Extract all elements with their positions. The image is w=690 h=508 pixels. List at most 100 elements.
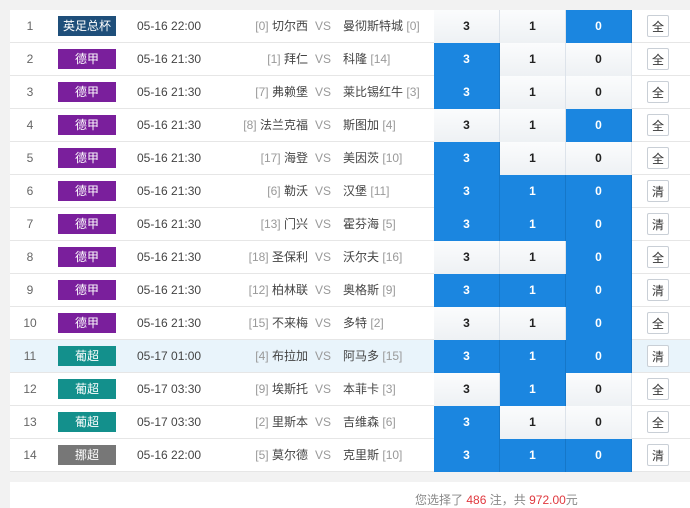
home-team[interactable]: [13] 门兴 [220, 208, 308, 240]
home-team[interactable]: [8] 法兰克福 [220, 109, 308, 141]
option-draw[interactable]: 1 [500, 208, 566, 241]
option-draw[interactable]: 1 [500, 439, 566, 472]
league-badge[interactable]: 德甲 [58, 82, 116, 102]
option-draw[interactable]: 1 [500, 175, 566, 208]
option-draw[interactable]: 1 [500, 10, 566, 43]
league-badge[interactable]: 葡超 [58, 379, 116, 399]
option-lose[interactable]: 0 [566, 175, 632, 208]
select-all-button[interactable]: 全 [647, 48, 669, 70]
clear-button[interactable]: 清 [647, 279, 669, 301]
option-win[interactable]: 3 [434, 208, 500, 241]
clear-button[interactable]: 清 [647, 444, 669, 466]
away-team[interactable]: 本菲卡 [3] [343, 373, 443, 405]
home-team[interactable]: [4] 布拉加 [220, 340, 308, 372]
clear-button[interactable]: 清 [647, 345, 669, 367]
home-team[interactable]: [2] 里斯本 [220, 406, 308, 438]
away-team[interactable]: 汉堡 [11] [343, 175, 443, 207]
away-team[interactable]: 奥格斯 [9] [343, 274, 443, 306]
option-draw[interactable]: 1 [500, 109, 566, 142]
select-all-button[interactable]: 全 [647, 114, 669, 136]
home-team[interactable]: [6] 勒沃 [220, 175, 308, 207]
away-team[interactable]: 斯图加 [4] [343, 109, 443, 141]
league-badge[interactable]: 德甲 [58, 280, 116, 300]
option-win[interactable]: 3 [434, 439, 500, 472]
away-team[interactable]: 霍芬海 [5] [343, 208, 443, 240]
away-team[interactable]: 莱比锡红牛 [3] [343, 76, 443, 108]
clear-button[interactable]: 清 [647, 213, 669, 235]
select-all-button[interactable]: 全 [647, 312, 669, 334]
away-team[interactable]: 阿马多 [15] [343, 340, 443, 372]
away-team[interactable]: 吉维森 [6] [343, 406, 443, 438]
option-lose[interactable]: 0 [566, 109, 632, 142]
select-all-button[interactable]: 全 [647, 147, 669, 169]
option-draw[interactable]: 1 [500, 43, 566, 76]
option-lose[interactable]: 0 [566, 406, 632, 439]
option-win[interactable]: 3 [434, 274, 500, 307]
league-badge[interactable]: 德甲 [58, 148, 116, 168]
option-draw[interactable]: 1 [500, 274, 566, 307]
option-draw[interactable]: 1 [500, 241, 566, 274]
option-win[interactable]: 3 [434, 406, 500, 439]
option-win[interactable]: 3 [434, 43, 500, 76]
option-win[interactable]: 3 [434, 142, 500, 175]
option-lose[interactable]: 0 [566, 340, 632, 373]
home-team[interactable]: [9] 埃斯托 [220, 373, 308, 405]
option-win[interactable]: 3 [434, 340, 500, 373]
option-draw[interactable]: 1 [500, 76, 566, 109]
away-team[interactable]: 美因茨 [10] [343, 142, 443, 174]
league-badge[interactable]: 德甲 [58, 214, 116, 234]
home-team[interactable]: [0] 切尔西 [220, 10, 308, 42]
away-team[interactable]: 曼彻斯特城 [0] [343, 10, 443, 42]
away-team[interactable]: 沃尔夫 [16] [343, 241, 443, 273]
clear-button[interactable]: 清 [647, 180, 669, 202]
league-badge[interactable]: 德甲 [58, 181, 116, 201]
home-team[interactable]: [7] 弗赖堡 [220, 76, 308, 108]
option-lose[interactable]: 0 [566, 439, 632, 472]
home-team[interactable]: [12] 柏林联 [220, 274, 308, 306]
away-team-name: 霍芬海 [343, 217, 380, 231]
select-all-button[interactable]: 全 [647, 246, 669, 268]
option-win[interactable]: 3 [434, 175, 500, 208]
select-all-button[interactable]: 全 [647, 411, 669, 433]
option-win[interactable]: 3 [434, 307, 500, 340]
option-lose[interactable]: 0 [566, 241, 632, 274]
option-lose[interactable]: 0 [566, 274, 632, 307]
option-lose[interactable]: 0 [566, 307, 632, 340]
option-draw[interactable]: 1 [500, 406, 566, 439]
select-all-button[interactable]: 全 [647, 378, 669, 400]
select-all-button[interactable]: 全 [647, 81, 669, 103]
home-team[interactable]: [17] 海登 [220, 142, 308, 174]
option-draw[interactable]: 1 [500, 373, 566, 406]
option-lose[interactable]: 0 [566, 208, 632, 241]
league-badge[interactable]: 葡超 [58, 412, 116, 432]
option-draw[interactable]: 1 [500, 307, 566, 340]
league-badge[interactable]: 德甲 [58, 247, 116, 267]
option-win[interactable]: 3 [434, 241, 500, 274]
option-win[interactable]: 3 [434, 109, 500, 142]
league-badge[interactable]: 德甲 [58, 313, 116, 333]
home-team[interactable]: [15] 不来梅 [220, 307, 308, 339]
option-draw[interactable]: 1 [500, 340, 566, 373]
select-all-button[interactable]: 全 [647, 15, 669, 37]
home-team[interactable]: [1] 拜仁 [220, 43, 308, 75]
league-badge[interactable]: 德甲 [58, 115, 116, 135]
league-badge[interactable]: 挪超 [58, 445, 116, 465]
option-lose[interactable]: 0 [566, 76, 632, 109]
away-team[interactable]: 多特 [2] [343, 307, 443, 339]
option-draw[interactable]: 1 [500, 142, 566, 175]
home-team[interactable]: [5] 莫尔德 [220, 439, 308, 471]
league-badge[interactable]: 葡超 [58, 346, 116, 366]
option-win[interactable]: 3 [434, 10, 500, 43]
option-lose[interactable]: 0 [566, 142, 632, 175]
option-lose[interactable]: 0 [566, 10, 632, 43]
away-team[interactable]: 克里斯 [10] [343, 439, 443, 471]
league-badge[interactable]: 德甲 [58, 49, 116, 69]
option-lose[interactable]: 0 [566, 373, 632, 406]
option-win[interactable]: 3 [434, 373, 500, 406]
home-team[interactable]: [18] 圣保利 [220, 241, 308, 273]
home-rank: [9] [255, 382, 269, 396]
option-lose[interactable]: 0 [566, 43, 632, 76]
league-badge[interactable]: 英足总杯 [58, 16, 116, 36]
option-win[interactable]: 3 [434, 76, 500, 109]
away-team[interactable]: 科隆 [14] [343, 43, 443, 75]
